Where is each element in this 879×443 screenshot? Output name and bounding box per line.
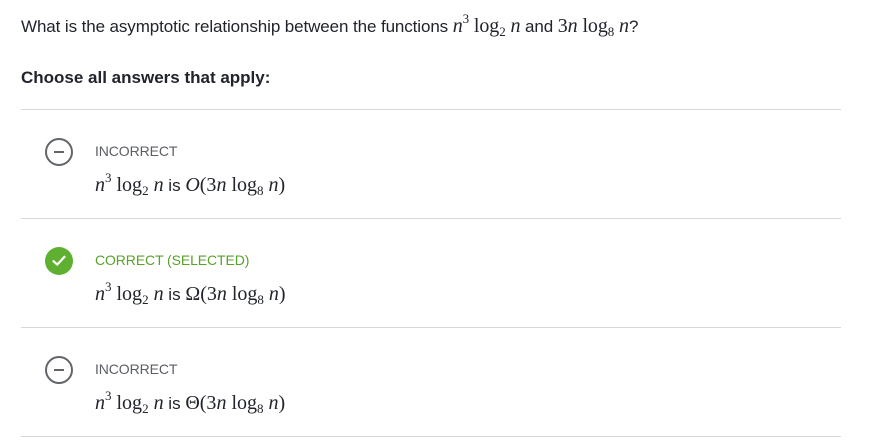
checkmark-circle-icon xyxy=(45,247,73,275)
math-rhs: Θ(3n log8 n) xyxy=(185,392,286,416)
question-prefix: What is the asymptotic relationship betw… xyxy=(21,17,449,36)
choice-list: INCORRECT n3 log2 n is O(3n log8 n) CORR… xyxy=(21,109,841,437)
math-lhs: n3 log2 n xyxy=(95,170,164,198)
minus-circle-icon xyxy=(45,356,73,384)
math-lhs: n3 log2 n xyxy=(95,279,164,307)
notation-symbol: Θ xyxy=(185,392,200,414)
question-suffix: ? xyxy=(628,17,639,36)
choice-status: CORRECT (SELECTED) xyxy=(95,252,250,268)
choice-answer: n3 log2 n is Θ(3n log8 n) xyxy=(95,388,286,417)
choice-item-big-o[interactable]: INCORRECT n3 log2 n is O(3n log8 n) xyxy=(21,110,841,219)
choice-item-big-omega[interactable]: CORRECT (SELECTED) n3 log2 n is Ω(3n log… xyxy=(21,219,841,328)
choice-status: INCORRECT xyxy=(95,361,178,377)
question-text: What is the asymptotic relationship betw… xyxy=(21,11,639,39)
notation-symbol: O xyxy=(185,174,200,196)
math-function-a: n3 log2 n xyxy=(452,11,521,39)
question-conjunction: and xyxy=(525,17,554,36)
choice-answer: n3 log2 n is Ω(3n log8 n) xyxy=(95,279,286,308)
choice-connector: is xyxy=(168,285,181,304)
math-rhs: O(3n log8 n) xyxy=(185,174,286,198)
instruction-label: Choose all answers that apply: xyxy=(21,68,271,87)
minus-circle-icon xyxy=(45,138,73,166)
math-function-b: 3n log8 n xyxy=(557,15,629,39)
choice-status: INCORRECT xyxy=(95,143,178,159)
math-rhs: Ω(3n log8 n) xyxy=(185,283,286,307)
notation-symbol: Ω xyxy=(185,283,201,305)
choice-answer: n3 log2 n is O(3n log8 n) xyxy=(95,170,286,199)
choice-connector: is xyxy=(168,176,181,195)
choice-item-big-theta[interactable]: INCORRECT n3 log2 n is Θ(3n log8 n) xyxy=(21,328,841,437)
choice-connector: is xyxy=(168,394,181,413)
math-lhs: n3 log2 n xyxy=(95,388,164,416)
